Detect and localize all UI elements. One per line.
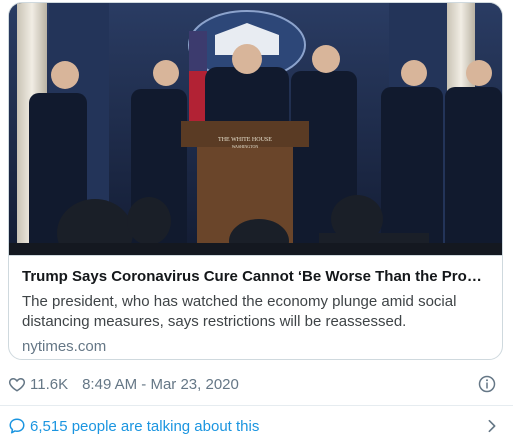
heart-icon[interactable] [8, 375, 26, 393]
speech-bubble-icon [9, 418, 25, 434]
chevron-right-icon[interactable] [484, 418, 500, 434]
tweet-timestamp[interactable]: 8:49 AM - Mar 23, 2020 [82, 376, 239, 393]
card-description: The president, who has watched the econo… [22, 293, 457, 330]
conversation-label[interactable]: 6,515 people are talking about this [30, 418, 259, 435]
conversation-link[interactable]: 6,515 people are talking about this [8, 414, 504, 438]
info-icon[interactable] [478, 375, 496, 393]
lectern-text-line1: THE WHITE HOUSE [218, 137, 272, 143]
card-domain: nytimes.com [22, 338, 107, 355]
tweet-meta: 11.6K 8:49 AM - Mar 23, 2020 [8, 372, 504, 396]
like-count[interactable]: 11.6K [30, 376, 68, 393]
divider [0, 405, 513, 406]
card-title[interactable]: Trump Says Coronavirus Cure Cannot ‘Be W… [22, 267, 489, 286]
press-briefing-photo: THE WHITE HOUSE WASHINGTON [9, 3, 502, 255]
link-card-body[interactable]: Trump Says Coronavirus Cure Cannot ‘Be W… [9, 255, 502, 359]
lectern-text-line2: WASHINGTON [232, 144, 259, 149]
link-card[interactable]: THE WHITE HOUSE WASHINGTON Trump Says Co… [8, 2, 503, 360]
